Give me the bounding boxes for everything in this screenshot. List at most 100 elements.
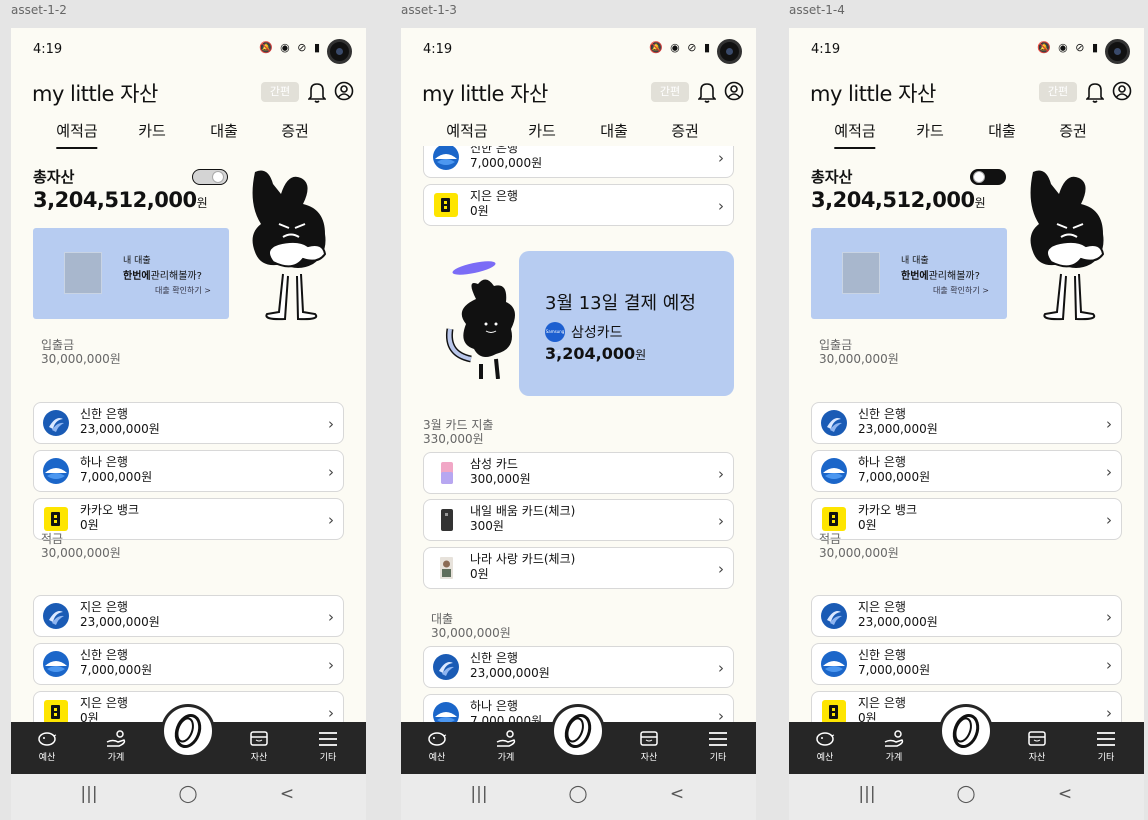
banner-link[interactable]: 대출 확인하기 > — [933, 285, 989, 296]
section-label: 입출금 — [819, 338, 853, 352]
nav-item-3[interactable]: 기타 — [1084, 728, 1128, 763]
nav-item-2[interactable]: 자산 — [627, 728, 671, 763]
app-header: my little 자산 간편 — [789, 74, 1144, 110]
nav-label: 예산 — [38, 753, 56, 763]
home-button[interactable]: ◯ — [568, 784, 587, 804]
total-unit: 원 — [974, 196, 986, 210]
back-button[interactable]: < — [670, 784, 684, 804]
nav-item-0[interactable]: 예산 — [415, 728, 459, 763]
payment-card-name: 삼성카드 — [571, 325, 623, 341]
back-button[interactable]: < — [1058, 784, 1072, 804]
account-row[interactable]: 내일 배움 카드(체크) 300원 › — [423, 499, 734, 541]
phone-screen: 4:19 🔕 ◉ ⊘ ▮ my little 자산 간편 예적금 카드 대출 증권 신한 은행 7… — [401, 28, 756, 820]
nav-item-2[interactable]: 자산 — [1015, 728, 1059, 763]
bell-icon[interactable] — [307, 81, 327, 103]
account-row[interactable]: 신한 은행 23,000,000원 › — [33, 402, 344, 444]
tab-2[interactable]: 대출 — [600, 120, 628, 147]
simple-mode-button[interactable]: 간편 — [1039, 82, 1077, 102]
home-button[interactable]: ◯ — [956, 784, 975, 804]
chevron-right-icon: › — [718, 707, 724, 722]
row-name: 카카오 뱅크 — [858, 503, 918, 517]
account-row[interactable]: 신한 은행 23,000,000원 › — [423, 646, 734, 688]
back-button[interactable]: < — [280, 784, 294, 804]
recents-button[interactable]: ||| — [470, 784, 487, 804]
row-name: 신한 은행 — [80, 407, 128, 421]
account-row[interactable]: 하나 은행 7,000,000원 › — [33, 450, 344, 492]
visibility-toggle[interactable] — [192, 169, 228, 185]
nav-item-2[interactable]: 자산 — [237, 728, 281, 763]
recents-button[interactable]: ||| — [858, 784, 875, 804]
simple-mode-button[interactable]: 간편 — [651, 82, 689, 102]
account-row[interactable]: 신한 은행 7,000,000원 › — [423, 146, 734, 178]
tab-0[interactable]: 예적금 — [56, 120, 98, 149]
total-assets-amount: 3,204,512,000원 — [811, 188, 986, 212]
menu-icon — [696, 728, 740, 748]
nav-item-1[interactable]: 가계 — [872, 728, 916, 763]
account-row[interactable]: 삼성 카드 300,000원 › — [423, 452, 734, 494]
tab-0[interactable]: 예적금 — [446, 120, 487, 147]
loan-banner[interactable]: 내 대출 한번에관리해볼까? 대출 확인하기 > — [33, 228, 229, 319]
frame-label: asset-1-4 — [789, 3, 845, 17]
nav-item-3[interactable]: 기타 — [306, 728, 350, 763]
user-profile-icon[interactable] — [334, 81, 354, 101]
visibility-toggle[interactable] — [970, 169, 1006, 185]
loan-banner[interactable]: 내 대출 한번에관리해볼까? 대출 확인하기 > — [811, 228, 1007, 319]
menu-icon — [306, 728, 350, 748]
account-row[interactable]: 신한 은행 7,000,000원 › — [811, 643, 1122, 685]
tab-1[interactable]: 카드 — [916, 120, 944, 147]
tab-3[interactable]: 증권 — [671, 120, 699, 147]
account-row[interactable]: 나라 사랑 카드(체크) 0원 › — [423, 547, 734, 589]
bell-icon[interactable] — [1085, 81, 1105, 103]
coin-center-button[interactable] — [551, 704, 605, 758]
account-row[interactable]: 신한 은행 7,000,000원 › — [33, 643, 344, 685]
account-row[interactable]: 지은 은행 0원 › — [423, 184, 734, 226]
nav-item-0[interactable]: 예산 — [803, 728, 847, 763]
account-row[interactable]: 지은 은행 23,000,000원 › — [811, 595, 1122, 637]
nav-label: 자산 — [250, 753, 268, 763]
tab-2[interactable]: 대출 — [988, 120, 1016, 147]
status-time: 4:19 — [811, 42, 841, 57]
system-navigation: ||| ◯ < — [789, 774, 1144, 820]
banner-link[interactable]: 대출 확인하기 > — [155, 285, 211, 296]
row-amount: 7,000,000원 — [80, 663, 153, 677]
tab-1[interactable]: 카드 — [138, 120, 166, 147]
user-profile-icon[interactable] — [724, 81, 744, 101]
shinhan-logo-icon — [43, 603, 69, 629]
account-row[interactable]: 신한 은행 23,000,000원 › — [811, 402, 1122, 444]
coin-center-button[interactable] — [939, 704, 993, 758]
banner-line1: 내 대출 — [123, 256, 151, 266]
total-unit: 원 — [196, 196, 208, 210]
nav-item-1[interactable]: 가계 — [94, 728, 138, 763]
status-time: 4:19 — [33, 42, 63, 57]
tab-2[interactable]: 대출 — [210, 120, 238, 147]
nav-item-1[interactable]: 가계 — [484, 728, 528, 763]
card-photo-logo-icon — [433, 555, 459, 581]
phone-screen: 4:19 🔕 ◉ ⊘ ▮ my little 자산 간편 예적금 카드 대출 증권 총자산 3,2… — [11, 28, 366, 820]
coin-icon — [174, 714, 202, 748]
tab-0[interactable]: 예적금 — [834, 120, 876, 149]
status-time: 4:19 — [423, 42, 453, 57]
home-button[interactable]: ◯ — [178, 784, 197, 804]
status-icons: 🔕 ◉ ⊘ ▮ — [1036, 41, 1100, 54]
account-row[interactable]: 지은 은행 23,000,000원 › — [33, 595, 344, 637]
nav-item-0[interactable]: 예산 — [25, 728, 69, 763]
simple-mode-button[interactable]: 간편 — [261, 82, 299, 102]
account-row[interactable]: 카카오 뱅크 0원 › — [811, 498, 1122, 540]
account-row[interactable]: 카카오 뱅크 0원 › — [33, 498, 344, 540]
piggy-bank-icon — [415, 728, 459, 748]
account-row[interactable]: 하나 은행 7,000,000원 › — [811, 450, 1122, 492]
tab-3[interactable]: 증권 — [1059, 120, 1087, 147]
tab-3[interactable]: 증권 — [281, 120, 309, 147]
nav-item-3[interactable]: 기타 — [696, 728, 740, 763]
bell-icon[interactable] — [697, 81, 717, 103]
tab-1[interactable]: 카드 — [528, 120, 556, 149]
chevron-right-icon: › — [328, 608, 334, 626]
row-amount: 7,000,000원 — [80, 470, 153, 484]
nav-label: 예산 — [428, 753, 446, 763]
coin-center-button[interactable] — [161, 704, 215, 758]
user-profile-icon[interactable] — [1112, 81, 1132, 101]
chevron-right-icon: › — [328, 415, 334, 433]
payment-due-card[interactable]: 3월 13일 결제 예정 Samsung Card 삼성카드 3,204,000원 — [519, 251, 734, 396]
row-name: 지은 은행 — [80, 600, 128, 614]
recents-button[interactable]: ||| — [80, 784, 97, 804]
